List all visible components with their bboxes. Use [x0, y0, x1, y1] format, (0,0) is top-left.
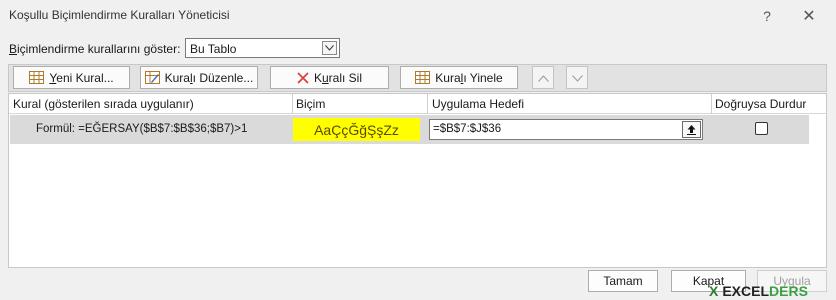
show-rules-label: Biçimlendirme kurallarını göster: — [9, 42, 180, 56]
duplicate-rule-label-post: ı Yinele — [463, 70, 503, 85]
show-rules-dropdown[interactable]: Bu Tablo — [185, 38, 340, 58]
delete-rule-button[interactable]: Kuralı Sil — [270, 66, 389, 89]
watermark-mark: X — [709, 283, 719, 299]
header-format: Biçim — [296, 94, 428, 114]
rules-grid: Kural (gösterilen sırada uygulanır) Biçi… — [8, 93, 827, 268]
edit-table-icon — [144, 71, 160, 84]
window-title: Koşullu Biçimlendirme Kuralları Yönetici… — [9, 8, 230, 22]
delete-rule-label-post: ralı Sil — [328, 70, 363, 85]
delete-rule-label-pre: K — [313, 70, 322, 85]
chevron-down-icon[interactable] — [322, 41, 337, 55]
applies-to-value: =$B$7:$J$36 — [433, 123, 502, 135]
title-bar: Koşullu Biçimlendirme Kuralları Yönetici… — [0, 0, 836, 32]
watermark-text-1: EXCEL — [722, 283, 770, 299]
format-preview: AaÇçĞğŞşZz — [293, 118, 420, 141]
duplicate-rule-button[interactable]: Kuralı Yinele — [400, 66, 518, 89]
table-icon — [29, 71, 45, 84]
applies-to-input[interactable]: =$B$7:$J$36 — [429, 119, 703, 140]
edit-rule-button[interactable]: Kuralı Düzenle... — [140, 66, 258, 89]
new-rule-label-post: eni Kural... — [56, 70, 114, 85]
grid-header: Kural (gösterilen sırada uygulanır) Biçi… — [9, 94, 826, 114]
duplicate-table-icon — [415, 71, 431, 84]
header-stop-if-true: Doğruysa Durdur — [715, 97, 807, 111]
ok-button[interactable]: Tamam — [588, 270, 658, 292]
watermark-logo: X EXCELDERS — [709, 283, 808, 299]
edit-rule-label-post: ı Düzenle... — [192, 70, 254, 85]
stop-if-true-checkbox[interactable] — [755, 122, 768, 135]
move-down-button[interactable] — [566, 66, 588, 89]
rule-formula: Formül: =EĞERSAY($B$7:$B$36;$B7)>1 — [36, 123, 248, 135]
chevron-down-icon — [571, 71, 583, 85]
watermark-text-2: DERS — [769, 283, 808, 299]
move-up-button[interactable] — [532, 66, 554, 89]
show-label-accesskey: B — [9, 42, 18, 56]
header-applies-to: Uygulama Hedefi — [432, 94, 712, 114]
help-button[interactable]: ? — [752, 3, 782, 29]
chevron-up-icon — [537, 71, 549, 85]
show-label-text: içimlendirme kurallarını göster: — [17, 42, 181, 56]
duplicate-rule-label-pre: Kura — [435, 70, 461, 85]
close-window-button[interactable]: ✕ — [794, 3, 824, 29]
edit-rule-label-pre: Kura — [164, 70, 190, 85]
header-rule: Kural (gösterilen sırada uygulanır) — [13, 94, 293, 114]
range-select-icon[interactable] — [682, 121, 701, 138]
new-rule-button[interactable]: Yeni Kural... — [13, 66, 130, 89]
delete-x-icon — [297, 71, 309, 84]
delete-rule-label-key: u — [321, 70, 329, 85]
show-rules-value: Bu Tablo — [190, 42, 237, 56]
